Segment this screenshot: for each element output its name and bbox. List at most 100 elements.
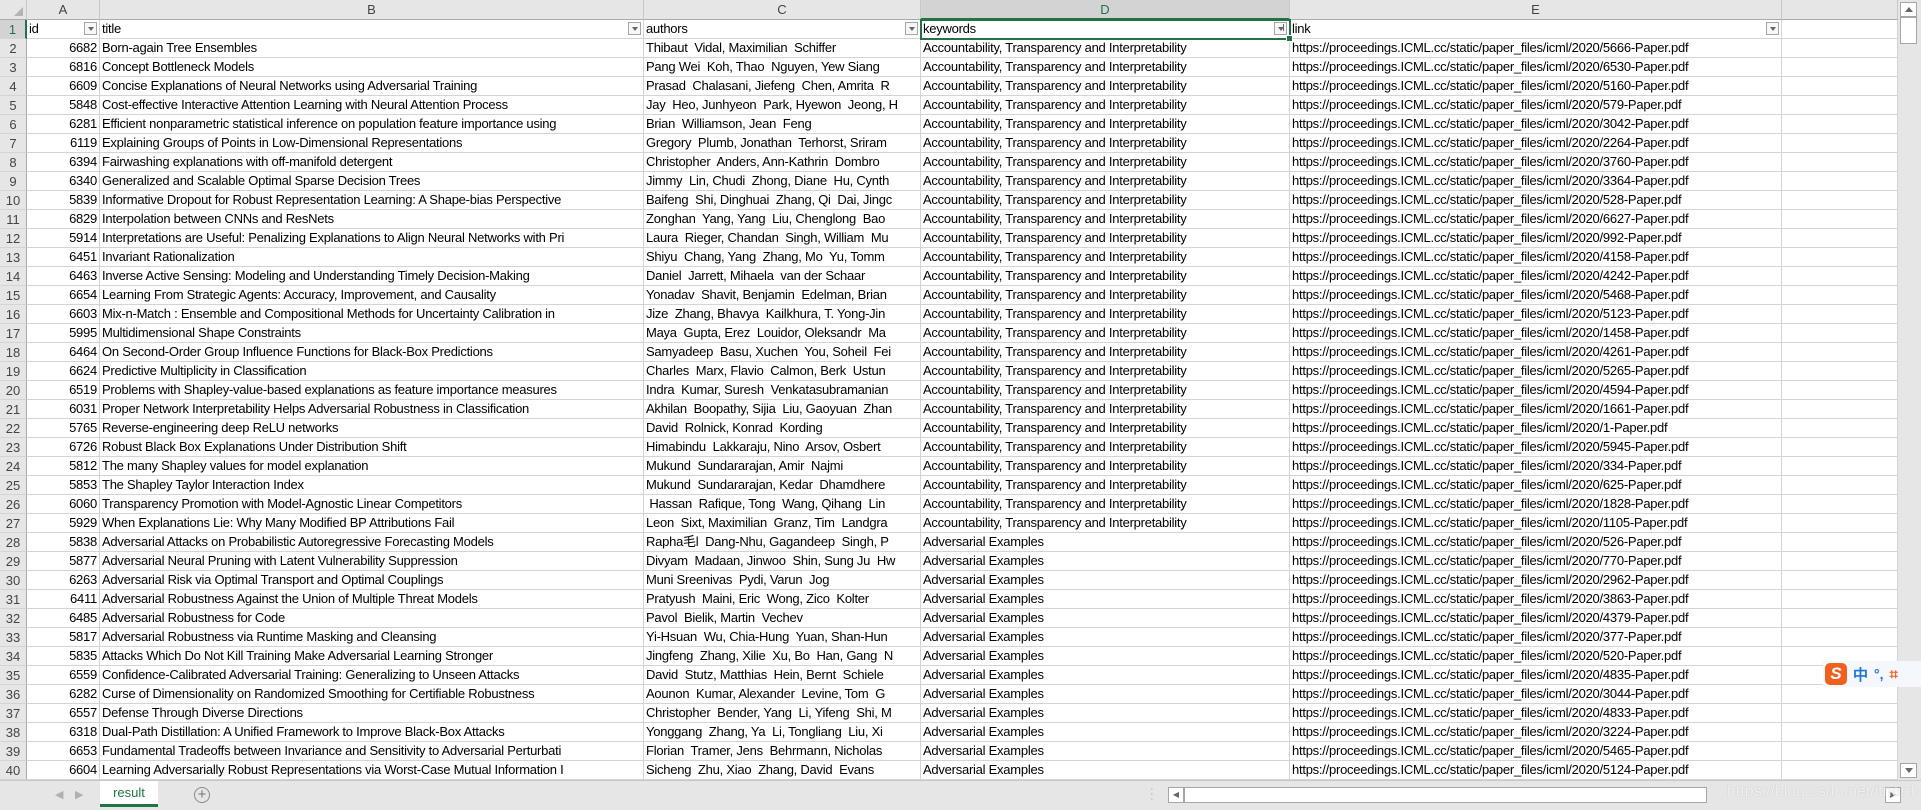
empty-cell[interactable] — [1782, 96, 1898, 115]
cell-id[interactable]: 5877 — [27, 552, 100, 571]
cell-title[interactable]: Adversarial Risk via Optimal Transport a… — [100, 571, 644, 590]
cell-keywords[interactable]: Accountability, Transparency and Interpr… — [921, 381, 1290, 400]
cell-id[interactable]: 5838 — [27, 533, 100, 552]
row-header[interactable]: 31 — [0, 590, 27, 609]
cell-id[interactable]: 6653 — [27, 742, 100, 761]
cell-link[interactable]: https://proceedings.ICML.cc/static/paper… — [1290, 457, 1782, 476]
cell-link[interactable]: https://proceedings.ICML.cc/static/paper… — [1290, 666, 1782, 685]
row-header[interactable]: 40 — [0, 761, 27, 780]
empty-cell[interactable] — [1782, 267, 1898, 286]
column-header-E[interactable]: E — [1290, 0, 1782, 20]
cell-authors[interactable]: Rapha毛l Dang-Nhu, Gagandeep Singh, P — [644, 533, 921, 552]
cell-title[interactable]: Curse of Dimensionality on Randomized Sm… — [100, 685, 644, 704]
cell-keywords[interactable]: Accountability, Transparency and Interpr… — [921, 191, 1290, 210]
row-header[interactable]: 39 — [0, 742, 27, 761]
cell-keywords[interactable]: Adversarial Examples — [921, 571, 1290, 590]
cell-title[interactable]: Adversarial Attacks on Probabilistic Aut… — [100, 533, 644, 552]
cell-link[interactable]: https://proceedings.ICML.cc/static/paper… — [1290, 495, 1782, 514]
cell-title[interactable]: Transparency Promotion with Model-Agnost… — [100, 495, 644, 514]
cell-keywords[interactable]: Accountability, Transparency and Interpr… — [921, 495, 1290, 514]
cell-id[interactable]: 5835 — [27, 647, 100, 666]
cell-link[interactable]: https://proceedings.ICML.cc/static/paper… — [1290, 419, 1782, 438]
cell-title[interactable]: Learning From Strategic Agents: Accuracy… — [100, 286, 644, 305]
cell-id[interactable]: 5839 — [27, 191, 100, 210]
cell-link[interactable]: https://proceedings.ICML.cc/static/paper… — [1290, 77, 1782, 96]
cell-link[interactable]: https://proceedings.ICML.cc/static/paper… — [1290, 438, 1782, 457]
row-header[interactable]: 5 — [0, 96, 27, 115]
ime-mode-toggle[interactable]: 中 — [1853, 664, 1868, 685]
cell-keywords[interactable]: Accountability, Transparency and Interpr… — [921, 172, 1290, 191]
cell-title[interactable]: The many Shapley values for model explan… — [100, 457, 644, 476]
cell-title[interactable]: Informative Dropout for Robust Represent… — [100, 191, 644, 210]
cell-title[interactable]: Adversarial Neural Pruning with Latent V… — [100, 552, 644, 571]
cell-link[interactable]: https://proceedings.ICML.cc/static/paper… — [1290, 305, 1782, 324]
cell-title[interactable]: Explaining Groups of Points in Low-Dimen… — [100, 134, 644, 153]
cell-id[interactable]: 6060 — [27, 495, 100, 514]
cell-keywords[interactable]: Accountability, Transparency and Interpr… — [921, 438, 1290, 457]
cell-link[interactable]: https://proceedings.ICML.cc/static/paper… — [1290, 39, 1782, 58]
cell-id[interactable]: 6603 — [27, 305, 100, 324]
cell-authors[interactable]: Mukund Sundararajan, Kedar Dhamdhere — [644, 476, 921, 495]
cell-keywords[interactable]: Accountability, Transparency and Interpr… — [921, 476, 1290, 495]
column-header-C[interactable]: C — [644, 0, 921, 20]
cell-authors[interactable]: Jingfeng Zhang, Xilie Xu, Bo Han, Gang N — [644, 647, 921, 666]
empty-cell[interactable] — [1782, 20, 1898, 39]
cell-id[interactable]: 5848 — [27, 96, 100, 115]
row-header[interactable]: 29 — [0, 552, 27, 571]
cell-title[interactable]: Adversarial Robustness via Runtime Maski… — [100, 628, 644, 647]
row-header[interactable]: 34 — [0, 647, 27, 666]
row-header[interactable]: 35 — [0, 666, 27, 685]
empty-cell[interactable] — [1782, 419, 1898, 438]
empty-cell[interactable] — [1782, 742, 1898, 761]
cell-authors[interactable]: Pang Wei Koh, Thao Nguyen, Yew Siang — [644, 58, 921, 77]
cell-keywords[interactable]: Accountability, Transparency and Interpr… — [921, 96, 1290, 115]
cell-authors[interactable]: Himabindu Lakkaraju, Nino Arsov, Osbert — [644, 438, 921, 457]
cell-id[interactable]: 6726 — [27, 438, 100, 457]
cell-id[interactable]: 6654 — [27, 286, 100, 305]
scroll-down-button[interactable] — [1900, 763, 1917, 778]
column-header-empty[interactable] — [1782, 0, 1898, 20]
cell-keywords[interactable]: Accountability, Transparency and Interpr… — [921, 58, 1290, 77]
row-header[interactable]: 36 — [0, 685, 27, 704]
cell-keywords[interactable]: Accountability, Transparency and Interpr… — [921, 457, 1290, 476]
row-header[interactable]: 10 — [0, 191, 27, 210]
cell-title[interactable]: Fairwashing explanations with off-manifo… — [100, 153, 644, 172]
cell-authors[interactable]: Gregory Plumb, Jonathan Terhorst, Sriram — [644, 134, 921, 153]
cell-title[interactable]: Cost-effective Interactive Attention Lea… — [100, 96, 644, 115]
cell-title[interactable]: Defense Through Diverse Directions — [100, 704, 644, 723]
cell-keywords[interactable]: Accountability, Transparency and Interpr… — [921, 267, 1290, 286]
row-header-1[interactable]: 1 — [0, 20, 27, 39]
empty-cell[interactable] — [1782, 153, 1898, 172]
row-header[interactable]: 38 — [0, 723, 27, 742]
cell-keywords[interactable]: Adversarial Examples — [921, 723, 1290, 742]
cell-authors[interactable]: Florian Tramer, Jens Behrmann, Nicholas — [644, 742, 921, 761]
row-header[interactable]: 13 — [0, 248, 27, 267]
cell-authors[interactable]: Indra Kumar, Suresh Venkatasubramanian — [644, 381, 921, 400]
cell-id[interactable]: 6829 — [27, 210, 100, 229]
row-header[interactable]: 33 — [0, 628, 27, 647]
cell-title[interactable]: Learning Adversarially Robust Representa… — [100, 761, 644, 780]
cell-link[interactable]: https://proceedings.ICML.cc/static/paper… — [1290, 552, 1782, 571]
cell-authors[interactable]: Akhilan Boopathy, Sijia Liu, Gaoyuan Zha… — [644, 400, 921, 419]
empty-cell[interactable] — [1782, 761, 1898, 780]
cell-id[interactable]: 5929 — [27, 514, 100, 533]
cell-title[interactable]: Proper Network Interpretability Helps Ad… — [100, 400, 644, 419]
cell-authors[interactable]: David Stutz, Matthias Hein, Bernt Schiel… — [644, 666, 921, 685]
cell-keywords[interactable]: Accountability, Transparency and Interpr… — [921, 134, 1290, 153]
cell-link[interactable]: https://proceedings.ICML.cc/static/paper… — [1290, 267, 1782, 286]
cell-link[interactable]: https://proceedings.ICML.cc/static/paper… — [1290, 96, 1782, 115]
sort-filter-icon[interactable] — [1274, 22, 1287, 35]
filter-dropdown-icon[interactable] — [84, 22, 97, 35]
cell-authors[interactable]: Yi-Hsuan Wu, Chia-Hung Yuan, Shan-Hun — [644, 628, 921, 647]
empty-cell[interactable] — [1782, 134, 1898, 153]
prev-sheet-icon[interactable]: ◀ — [55, 788, 63, 801]
empty-cell[interactable] — [1782, 495, 1898, 514]
cell-keywords[interactable]: Accountability, Transparency and Interpr… — [921, 210, 1290, 229]
cell-link[interactable]: https://proceedings.ICML.cc/static/paper… — [1290, 58, 1782, 77]
cell-link[interactable]: https://proceedings.ICML.cc/static/paper… — [1290, 761, 1782, 780]
cell-title[interactable]: Fundamental Tradeoffs between Invariance… — [100, 742, 644, 761]
cell-title[interactable]: Reverse-engineering deep ReLU networks — [100, 419, 644, 438]
cell-keywords[interactable]: Adversarial Examples — [921, 533, 1290, 552]
row-header[interactable]: 28 — [0, 533, 27, 552]
cell-authors[interactable]: Muni Sreenivas Pydi, Varun Jog — [644, 571, 921, 590]
